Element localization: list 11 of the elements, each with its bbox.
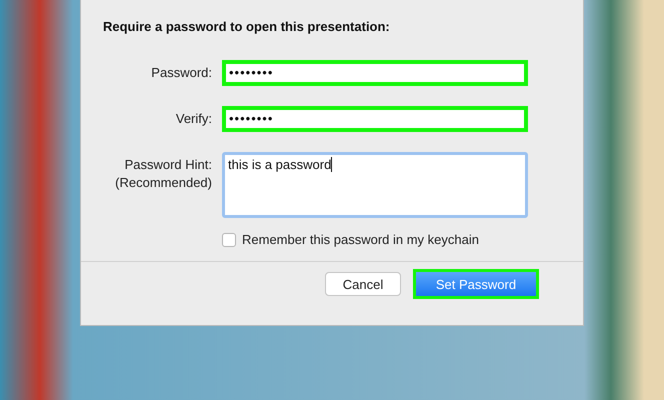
field-label: Password Hint: (124, 156, 212, 174)
field-label: Password: (151, 64, 212, 82)
cancel-button[interactable]: Cancel (325, 272, 401, 296)
checkbox[interactable] (222, 232, 236, 246)
field-note: (Recommended) (115, 174, 212, 192)
dialog-heading: Require a password to open this presentation: (103, 19, 391, 34)
password-field[interactable]: •••••••• (222, 106, 528, 132)
password-field[interactable]: •••••••• (222, 60, 528, 86)
field-label: Verify: (176, 110, 212, 128)
hint-field[interactable]: this is a password (222, 152, 528, 218)
checkbox-label: Remember this password in my keychain (242, 232, 479, 247)
